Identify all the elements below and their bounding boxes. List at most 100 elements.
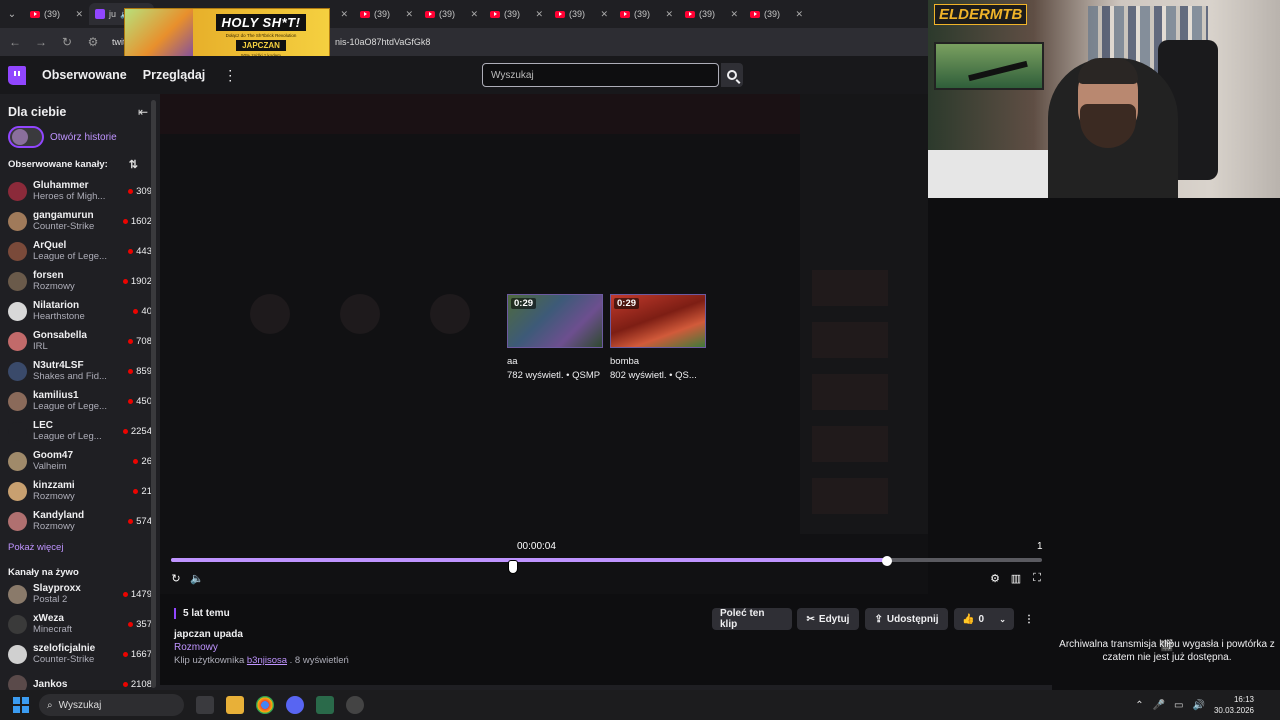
theatre-mode-icon[interactable]: ▥ <box>1009 571 1023 585</box>
clip-category-link[interactable]: Rozmowy <box>174 642 218 653</box>
collapse-sidebar-icon[interactable]: ⇤ <box>138 105 148 119</box>
close-tab-icon[interactable]: ✕ <box>730 9 738 20</box>
replay-icon[interactable]: ↻ <box>169 571 183 585</box>
sidebar-scrollbar[interactable] <box>151 100 156 688</box>
tab-search-menu[interactable]: ⌄ <box>0 0 24 28</box>
channel-category: Counter-Strike <box>33 221 95 232</box>
recommended-clip[interactable]: 0:29 aa 782 wyświetl. • QSMP <box>507 294 603 381</box>
recommend-clip-button[interactable]: Poleć ten klip <box>712 608 792 630</box>
close-tab-icon[interactable]: ✕ <box>340 9 348 20</box>
sidebar-channel[interactable]: Slayproxx Postal 2 1479 <box>0 579 160 609</box>
fullscreen-icon[interactable]: ⛶ <box>1030 571 1044 585</box>
avatar <box>8 361 27 381</box>
display-icon[interactable]: ▭ <box>1174 700 1183 711</box>
sidebar-channel[interactable]: LEC League of Leg... 2254 <box>0 416 160 446</box>
obs-icon[interactable] <box>346 696 364 714</box>
nav-following[interactable]: Obserwowane <box>42 68 127 82</box>
browser-tab[interactable]: (39)✕ <box>419 3 484 25</box>
close-tab-icon[interactable]: ✕ <box>795 9 803 20</box>
sidebar-channel[interactable]: Goom47 Valheim 26 <box>0 446 160 476</box>
microphone-icon[interactable]: 🎤 <box>1153 700 1165 711</box>
channel-category: Valheim <box>33 461 67 472</box>
sort-icon[interactable]: ⇅ <box>129 158 138 171</box>
viewer-count: 2254 <box>122 426 152 437</box>
reload-icon[interactable]: ↻ <box>60 35 74 49</box>
sidebar-channel[interactable]: forsen Rozmowy 1902 <box>0 266 160 296</box>
settings-gear-icon[interactable]: ⚙ <box>988 571 1002 585</box>
twitch-logo-icon[interactable] <box>8 65 26 85</box>
app-icon[interactable] <box>316 696 334 714</box>
browser-tab[interactable]: (39)✕ <box>354 3 419 25</box>
viewer-count: 21 <box>133 486 152 497</box>
clock[interactable]: 16:13 30.03.2026 <box>1214 694 1254 716</box>
close-tab-icon[interactable]: ✕ <box>535 9 543 20</box>
like-button[interactable]: 👍 0 ⌄ <box>954 608 1014 630</box>
task-view-icon[interactable] <box>196 696 214 714</box>
live-dot-icon <box>128 518 134 524</box>
search-button[interactable] <box>721 63 743 87</box>
chrome-icon[interactable] <box>256 696 274 714</box>
browser-tab[interactable]: (39)✕ <box>24 3 89 25</box>
forward-arrow-icon[interactable]: → <box>34 35 48 49</box>
close-tab-icon[interactable]: ✕ <box>405 9 413 20</box>
sidebar-channel[interactable]: kamilius1 League of Lege... 450 <box>0 386 160 416</box>
clip-author-link[interactable]: b3njisosa <box>247 655 287 666</box>
clip-meta: 782 wyświetl. • QSMP <box>507 370 601 381</box>
windows-start-icon[interactable] <box>13 697 29 713</box>
search-input[interactable]: Wyszukaj <box>482 63 719 87</box>
close-tab-icon[interactable]: ✕ <box>470 9 478 20</box>
sidebar-channel[interactable]: szeloficjalnie Counter-Strike 1667 <box>0 639 160 669</box>
channel-category: Heroes of Migh... <box>33 191 106 202</box>
avatar <box>8 391 27 411</box>
viewer-count: 2108 <box>122 679 152 690</box>
avatar <box>8 451 27 471</box>
clip-age: 5 lat temu <box>174 608 230 619</box>
discord-icon[interactable] <box>286 696 304 714</box>
volume-icon[interactable]: 🔈 <box>190 571 204 585</box>
avatar <box>8 331 27 351</box>
video-player[interactable]: 0:29 aa 782 wyświetl. • QSMP 0:29 bomba … <box>160 94 928 594</box>
browser-tab[interactable]: (39)✕ <box>484 3 549 25</box>
seek-handle[interactable] <box>881 556 892 566</box>
back-arrow-icon[interactable]: ← <box>8 35 22 49</box>
browser-tab[interactable]: (39)✕ <box>549 3 614 25</box>
nav-browse[interactable]: Przeglądaj <box>143 68 206 82</box>
chevron-down-icon[interactable]: ⌄ <box>999 615 1006 624</box>
sidebar-channel[interactable]: Jankos 2108 <box>0 669 160 690</box>
sidebar: Dla ciebie ⇤ Otwórz historie Obserwowane… <box>0 94 160 690</box>
taskbar-search[interactable]: ⌕ Wyszukaj <box>39 694 184 716</box>
sidebar-channel[interactable]: Kandyland Rozmowy 574 <box>0 506 160 536</box>
close-tab-icon[interactable]: ✕ <box>665 9 673 20</box>
channel-category: Rozmowy <box>33 281 75 292</box>
site-settings-icon[interactable]: ⚙ <box>86 35 100 49</box>
close-tab-icon[interactable]: ✕ <box>75 9 83 20</box>
sidebar-channel[interactable]: gangamurun Counter-Strike 1602 <box>0 206 160 236</box>
seek-bar[interactable] <box>171 558 1042 562</box>
sidebar-channel[interactable]: xWeza Minecraft 357 <box>0 609 160 639</box>
sidebar-channel[interactable]: N3utr4LSF Shakes and Fid... 859 <box>0 356 160 386</box>
volume-icon[interactable]: 🔊 <box>1193 700 1205 711</box>
sidebar-channel[interactable]: kinzzami Rozmowy 21 <box>0 476 160 506</box>
browser-tab[interactable]: (39)✕ <box>744 3 809 25</box>
recommended-clip[interactable]: 0:29 bomba 802 wyświetl. • QS... <box>610 294 706 381</box>
share-button[interactable]: ⇪ Udostępnij <box>865 608 948 630</box>
close-tab-icon[interactable]: ✕ <box>600 9 608 20</box>
sidebar-channel[interactable]: Gonsabella IRL 708 <box>0 326 160 356</box>
file-explorer-icon[interactable] <box>226 696 244 714</box>
open-history[interactable]: Otwórz historie <box>0 122 160 152</box>
sidebar-channel[interactable]: Nilatarion Hearthstone 40 <box>0 296 160 326</box>
channel-name: kinzzami <box>33 480 75 491</box>
more-options-icon[interactable]: ⋮ <box>1020 608 1038 630</box>
show-more-link[interactable]: Pokaż więcej <box>0 536 160 565</box>
sidebar-channel[interactable]: Gluhammer Heroes of Migh... 309 <box>0 176 160 206</box>
chevron-up-icon[interactable]: ⌃ <box>1135 700 1143 711</box>
browser-tab[interactable]: (39)✕ <box>614 3 679 25</box>
sidebar-channel[interactable]: ArQuel League of Lege... 443 <box>0 236 160 266</box>
youtube-icon <box>555 10 565 18</box>
more-menu-icon[interactable]: ⋮ <box>223 67 237 84</box>
avatar <box>8 211 27 231</box>
ad-banner[interactable]: HOLY SH*T! Dołącz do The Sh*tbrick Revol… <box>124 8 330 63</box>
seek-end-label: 1 <box>1037 541 1043 552</box>
edit-button[interactable]: ✂ Edytuj <box>797 608 859 630</box>
browser-tab[interactable]: (39)✕ <box>679 3 744 25</box>
